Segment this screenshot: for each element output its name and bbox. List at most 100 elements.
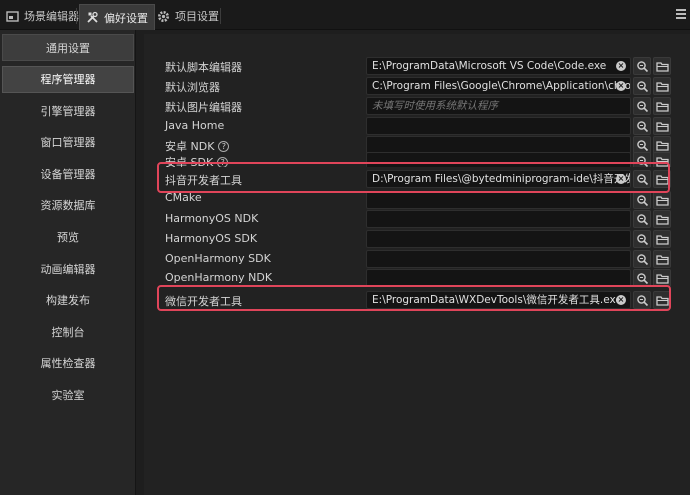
folder-icon — [656, 296, 669, 306]
setting-label: OpenHarmony SDK — [165, 252, 271, 265]
folder-button[interactable] — [653, 291, 671, 309]
sidebar-item-label: 设备管理器 — [40, 167, 96, 181]
setting-label: 默认脚本编辑器 — [165, 61, 242, 74]
tools-icon — [86, 11, 99, 24]
harmonyos-sdk-path-field[interactable] — [366, 230, 631, 248]
image-editor-path-field[interactable]: 未填写时使用系统默认程序 — [366, 97, 631, 115]
folder-button[interactable] — [653, 210, 671, 228]
sidebar-item-label: 预览 — [57, 231, 79, 245]
tab-label: 项目设置 — [175, 10, 219, 23]
sidebar-item-build-publish[interactable]: 构建发布 — [2, 287, 134, 314]
folder-icon — [656, 102, 669, 112]
folder-button[interactable] — [653, 250, 671, 268]
tab-label: 偏好设置 — [104, 11, 148, 25]
field-value: E:\ProgramData\Microsoft VS Code\Code.ex… — [372, 60, 607, 72]
sidebar: 通用设置 程序管理器 引擎管理器 窗口管理器 设备管理器 资源数据库 预览 动画… — [0, 30, 136, 495]
clear-icon[interactable]: × — [616, 295, 626, 305]
setting-label: CMake — [165, 191, 202, 204]
wechat-devtools-path-field[interactable]: E:\ProgramData\WXDevTools\微信开发者工具.exe × — [366, 291, 631, 309]
sidebar-item-asset-database[interactable]: 资源数据库 — [2, 192, 134, 219]
harmonyos-ndk-path-field[interactable] — [366, 210, 631, 228]
gear-icon — [157, 10, 170, 23]
douyin-devtools-path-field[interactable]: D:\Program Files\@bytedminiprogram-ide\抖… — [366, 170, 631, 188]
sidebar-item-device-manager[interactable]: 设备管理器 — [2, 160, 134, 187]
sidebar-item-inspector[interactable]: 属性检查器 — [2, 350, 134, 377]
search-button[interactable] — [633, 77, 651, 95]
tab-divider — [76, 8, 77, 24]
java-home-path-field[interactable] — [366, 117, 631, 135]
sidebar-item-label: 属性检查器 — [40, 357, 96, 371]
sidebar-item-label: 引擎管理器 — [40, 104, 96, 118]
search-button[interactable] — [633, 170, 651, 188]
clear-icon[interactable]: × — [616, 61, 626, 71]
folder-button[interactable] — [653, 191, 671, 209]
openharmony-ndk-path-field[interactable] — [366, 269, 631, 287]
field-value: D:\Program Files\@bytedminiprogram-ide\抖… — [372, 173, 630, 185]
folder-button[interactable] — [653, 117, 671, 135]
sidebar-item-engine-manager[interactable]: 引擎管理器 — [2, 97, 134, 124]
openharmony-sdk-path-field[interactable] — [366, 250, 631, 268]
sidebar-item-general[interactable]: 通用设置 — [2, 34, 134, 61]
folder-button[interactable] — [653, 77, 671, 95]
setting-label: HarmonyOS NDK — [165, 212, 259, 225]
sidebar-item-preview[interactable]: 预览 — [2, 224, 134, 251]
folder-icon — [656, 215, 669, 225]
help-icon[interactable]: ? — [218, 140, 230, 152]
sidebar-item-laboratory[interactable]: 实验室 — [2, 382, 134, 409]
folder-icon — [656, 255, 669, 265]
tab-scene-editor[interactable]: 场景编辑器 — [0, 5, 85, 27]
folder-icon — [656, 82, 669, 92]
sidebar-item-console[interactable]: 控制台 — [2, 318, 134, 345]
setting-row-image-editor: 默认图片编辑器 未填写时使用系统默认程序 — [144, 96, 690, 116]
script-editor-path-field[interactable]: E:\ProgramData\Microsoft VS Code\Code.ex… — [366, 57, 631, 75]
folder-button[interactable] — [653, 97, 671, 115]
search-button[interactable] — [633, 97, 651, 115]
folder-icon — [656, 122, 669, 132]
search-button[interactable] — [633, 191, 651, 209]
sidebar-item-animation-editor[interactable]: 动画编辑器 — [2, 255, 134, 282]
search-button[interactable] — [633, 291, 651, 309]
browser-path-field[interactable]: C:\Program Files\Google\Chrome\Applicati… — [366, 77, 631, 95]
clear-icon[interactable]: × — [616, 81, 626, 91]
sidebar-item-label: 构建发布 — [46, 294, 90, 308]
setting-label: Java Home — [165, 119, 225, 132]
search-icon — [637, 273, 649, 285]
folder-icon — [656, 196, 669, 206]
sidebar-item-label: 资源数据库 — [40, 199, 96, 213]
search-button[interactable] — [633, 269, 651, 287]
setting-row-cmake: CMake — [144, 190, 690, 210]
field-placeholder: 未填写时使用系统默认程序 — [372, 100, 498, 112]
folder-button[interactable] — [653, 269, 671, 287]
tab-project-settings[interactable]: 项目设置 — [151, 5, 225, 27]
menu-icon[interactable] — [676, 9, 686, 19]
setting-label: 默认图片编辑器 — [165, 101, 242, 114]
setting-row-openharmony-sdk: OpenHarmony SDK — [144, 249, 690, 269]
sidebar-item-label: 动画编辑器 — [40, 262, 96, 276]
search-icon — [637, 214, 649, 226]
setting-label: OpenHarmony NDK — [165, 271, 273, 284]
help-icon[interactable]: ? — [217, 156, 229, 168]
sidebar-item-window-manager[interactable]: 窗口管理器 — [2, 129, 134, 156]
folder-button[interactable] — [653, 230, 671, 248]
search-button[interactable] — [633, 210, 651, 228]
field-value: E:\ProgramData\WXDevTools\微信开发者工具.exe — [372, 294, 622, 306]
search-button[interactable] — [633, 250, 651, 268]
setting-row-douyin-devtools: 抖音开发者工具 D:\Program Files\@bytedminiprogr… — [144, 167, 690, 191]
setting-row-browser: 默认浏览器 C:\Program Files\Google\Chrome\App… — [144, 76, 690, 96]
setting-row-wechat-devtools: 微信开发者工具 E:\ProgramData\WXDevTools\微信开发者工… — [144, 289, 690, 311]
search-icon — [637, 234, 649, 246]
tab-preferences[interactable]: 偏好设置 — [79, 4, 155, 30]
folder-icon — [656, 62, 669, 72]
folder-button[interactable] — [653, 170, 671, 188]
clear-icon[interactable]: × — [616, 174, 626, 184]
search-button[interactable] — [633, 57, 651, 75]
search-icon — [637, 101, 649, 113]
setting-row-harmonyos-sdk: HarmonyOS SDK — [144, 229, 690, 249]
sidebar-item-program-manager[interactable]: 程序管理器 — [2, 65, 134, 93]
folder-button[interactable] — [653, 57, 671, 75]
search-icon — [637, 81, 649, 93]
search-button[interactable] — [633, 117, 651, 135]
search-button[interactable] — [633, 230, 651, 248]
setting-label: HarmonyOS SDK — [165, 232, 258, 245]
cmake-path-field[interactable] — [366, 191, 631, 209]
